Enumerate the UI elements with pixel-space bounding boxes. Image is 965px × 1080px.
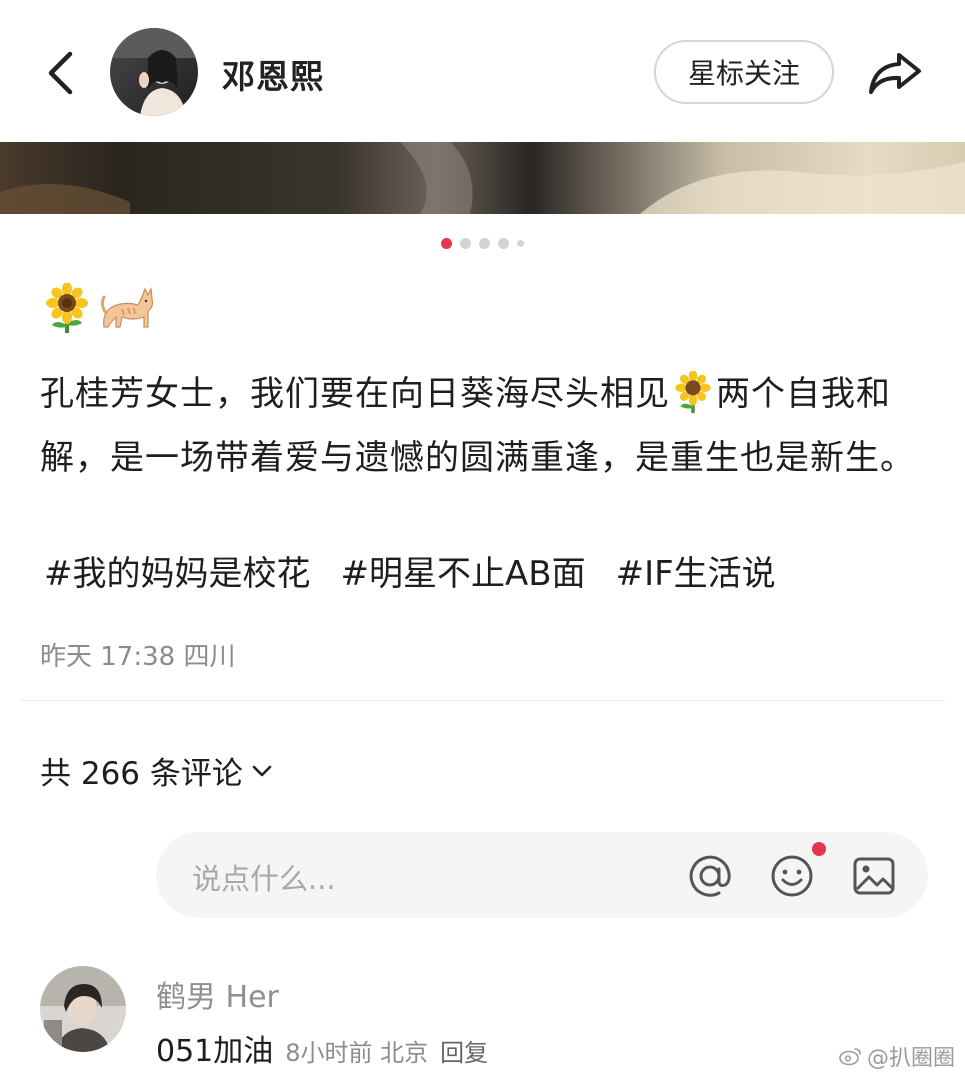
- share-arrow-icon: [869, 53, 921, 94]
- emoji-face-icon: [771, 855, 813, 897]
- at-mention-button[interactable]: [686, 852, 734, 900]
- chevron-left-icon: [48, 51, 73, 95]
- post-emoji-row: [44, 283, 154, 333]
- comment-count-toggle[interactable]: 共 266 条评论: [40, 748, 273, 793]
- sunflower-icon: [46, 283, 88, 333]
- post-text-part1: 孔桂芳女士，我们要在向日葵海尽头相见: [40, 374, 670, 414]
- hashtag-row: #我的妈妈是校花 #明星不止AB面 #IF生活说: [44, 546, 776, 595]
- reply-button[interactable]: 回复: [440, 1033, 488, 1068]
- image-icon: [853, 857, 895, 895]
- back-button[interactable]: [36, 44, 84, 102]
- hashtag-link[interactable]: #我的妈妈是校花: [44, 546, 311, 595]
- cat-icon: [100, 286, 154, 328]
- comment-count-label: 共 266 条评论: [40, 756, 243, 792]
- divider: [20, 700, 945, 701]
- sunflower-icon: [675, 371, 711, 413]
- star-follow-button[interactable]: 星标关注: [654, 40, 834, 104]
- comment-body: 051加油 8小时前 北京 回复: [156, 1026, 488, 1070]
- emoji-button[interactable]: [768, 852, 816, 900]
- comment-input-placeholder: 说点什么...: [192, 862, 336, 896]
- share-button[interactable]: [864, 44, 926, 102]
- carousel-dot: [479, 238, 490, 249]
- comment-text: 051加油: [156, 1034, 274, 1069]
- watermark: @扒圈圈: [839, 1040, 955, 1072]
- chevron-down-icon: [252, 765, 272, 776]
- carousel-indicator: [0, 238, 965, 249]
- carousel-dot: [517, 240, 524, 247]
- comment-meta: 8小时前 北京: [285, 1039, 429, 1067]
- at-icon: [689, 855, 731, 897]
- hashtag-link[interactable]: #明星不止AB面: [341, 546, 586, 595]
- post-meta: 昨天 17:38 四川: [40, 642, 236, 672]
- comment-item: 鹤男 Her 051加油 8小时前 北京 回复: [40, 966, 920, 1069]
- author-name[interactable]: 邓恩熙: [222, 50, 324, 98]
- author-avatar[interactable]: [110, 28, 198, 116]
- hashtag-link[interactable]: #IF生活说: [616, 546, 776, 595]
- post-body-text: 孔桂芳女士，我们要在向日葵海尽头相见 两个自我和解，是一场带着爱与遗憾的圆满重逢…: [40, 362, 930, 490]
- weibo-logo-icon: [839, 1048, 861, 1066]
- carousel-dot: [460, 238, 471, 249]
- notification-dot: [812, 842, 826, 856]
- commenter-name[interactable]: 鹤男 Her: [156, 972, 279, 1016]
- carousel-dot: [441, 238, 452, 249]
- top-nav-bar: 邓恩熙 星标关注: [0, 0, 965, 142]
- post-image-carousel[interactable]: [0, 142, 965, 214]
- watermark-text: @扒圈圈: [866, 1046, 955, 1071]
- carousel-dot: [498, 238, 509, 249]
- comment-input-bar[interactable]: 说点什么...: [156, 832, 928, 918]
- image-upload-button[interactable]: [850, 852, 898, 900]
- commenter-avatar[interactable]: [40, 966, 126, 1052]
